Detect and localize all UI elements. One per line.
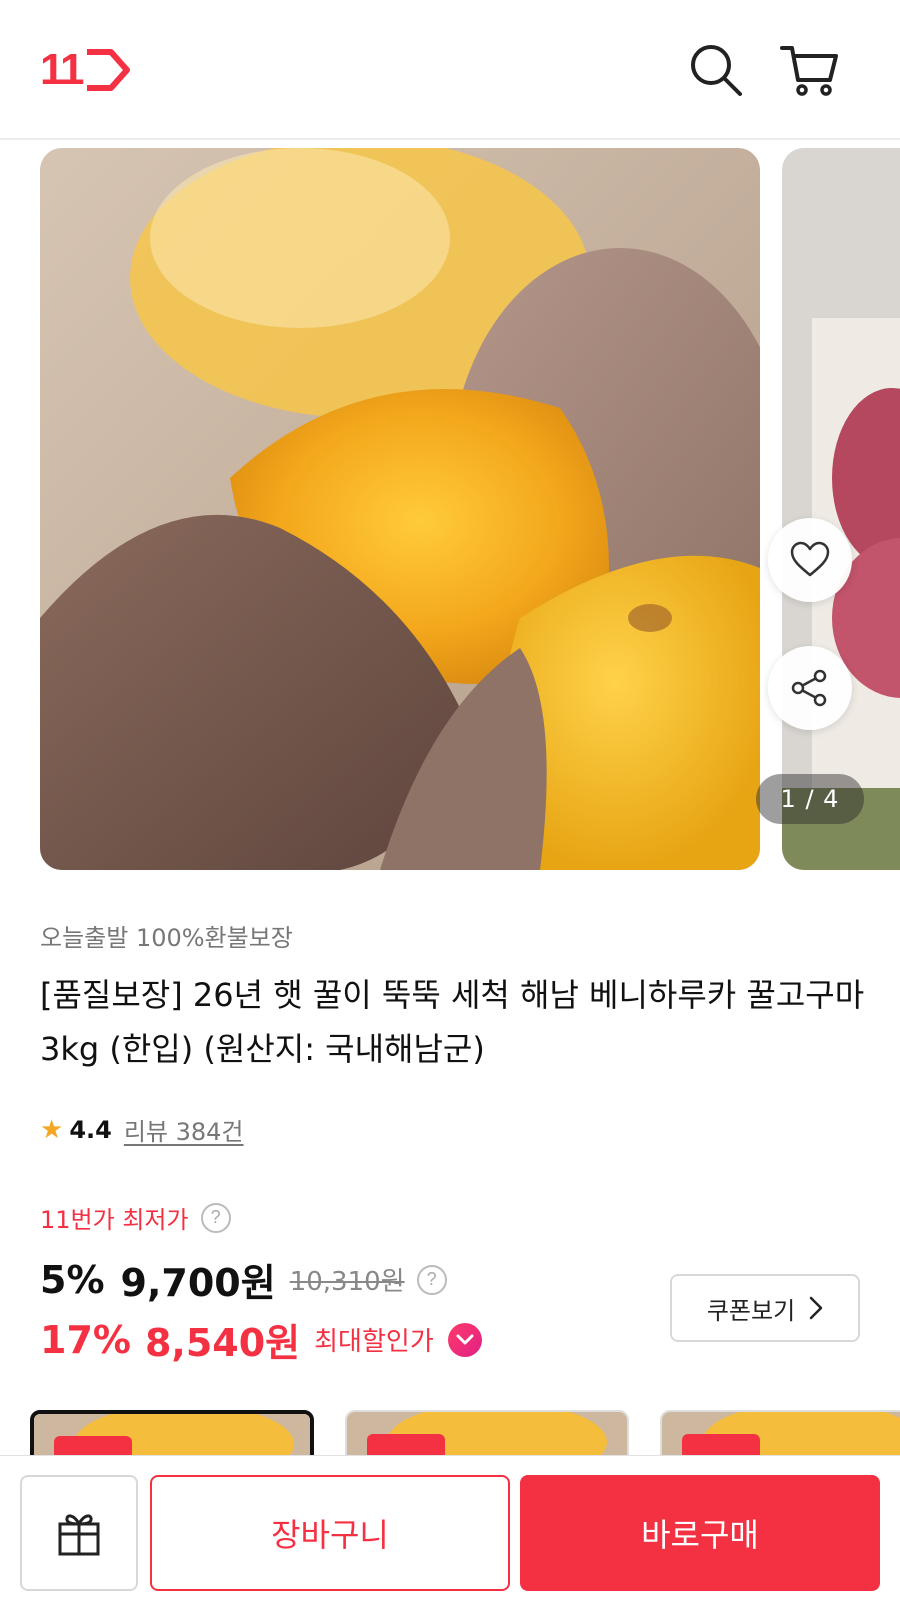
help-icon[interactable]: ? — [416, 1264, 447, 1295]
max-discount-label: 최대할인가 — [314, 1327, 434, 1357]
delivery-tag-line: 오늘출발 100%환불보장 — [40, 924, 293, 952]
option-badge — [54, 1436, 132, 1455]
logo[interactable]: 11 — [40, 48, 133, 92]
share-icon — [791, 669, 827, 707]
rating-score: 4.4 — [69, 1115, 112, 1144]
help-icon[interactable]: ? — [200, 1202, 231, 1233]
wishlist-button[interactable] — [768, 518, 852, 602]
product-image-main[interactable] — [40, 148, 760, 870]
option-thumbnail[interactable] — [30, 1410, 314, 1455]
option-badge — [367, 1434, 445, 1455]
option-thumbnail[interactable] — [660, 1410, 900, 1455]
search-icon[interactable] — [686, 40, 746, 100]
product-image-gallery[interactable]: 1 / 4 — [0, 148, 900, 870]
lowest-price-label-row: 11번가 최저가 ? — [40, 1200, 231, 1235]
max-discount-row: 17% 8,540원 최대할인가 — [40, 1312, 482, 1367]
gift-icon — [58, 1514, 100, 1556]
buy-now-button[interactable]: 바로구매 — [520, 1475, 880, 1591]
logo-arrow-icon — [86, 49, 130, 91]
logo-text: 11 — [40, 45, 84, 94]
coupon-view-button[interactable]: 쿠폰보기 — [670, 1274, 860, 1342]
share-button[interactable] — [768, 646, 852, 730]
max-discount-rate: 17% — [40, 1317, 131, 1362]
discount-rate: 5% — [40, 1257, 105, 1302]
heart-icon — [790, 541, 830, 577]
product-title: [품질보장] 26년 햇 꿀이 뚝뚝 세척 해남 베니하루카 꿀고구마 3kg … — [40, 976, 865, 1068]
star-icon: ★ — [40, 1114, 64, 1145]
gift-button[interactable] — [20, 1475, 138, 1591]
bottom-action-bar: 장바구니 바로구매 — [0, 1455, 900, 1605]
product-image-next[interactable] — [782, 148, 900, 870]
chevron-right-icon — [809, 1296, 823, 1320]
add-to-cart-button[interactable]: 장바구니 — [150, 1475, 510, 1591]
price-row: 5% 9,700원 10,310원 ? — [40, 1252, 447, 1307]
cart-icon[interactable] — [780, 40, 840, 100]
chevron-down-icon[interactable] — [447, 1322, 482, 1357]
original-price: 10,310원 — [289, 1267, 405, 1297]
max-discount-price: 8,540원 — [144, 1321, 301, 1365]
sale-price: 9,700원 — [120, 1261, 276, 1305]
app-header: 11 — [0, 0, 900, 140]
lowest-price-label: 11번가 최저가 — [40, 1206, 189, 1234]
review-count-link[interactable]: 리뷰 384건 — [124, 1112, 244, 1147]
option-thumbnail[interactable] — [345, 1410, 629, 1455]
rating-summary: ★ 4.4 리뷰 384건 — [40, 1112, 244, 1147]
image-counter: 1 / 4 — [756, 774, 864, 824]
option-badge — [682, 1434, 760, 1455]
coupon-view-label: 쿠폰보기 — [706, 1296, 796, 1325]
option-thumbnails — [0, 1410, 900, 1455]
